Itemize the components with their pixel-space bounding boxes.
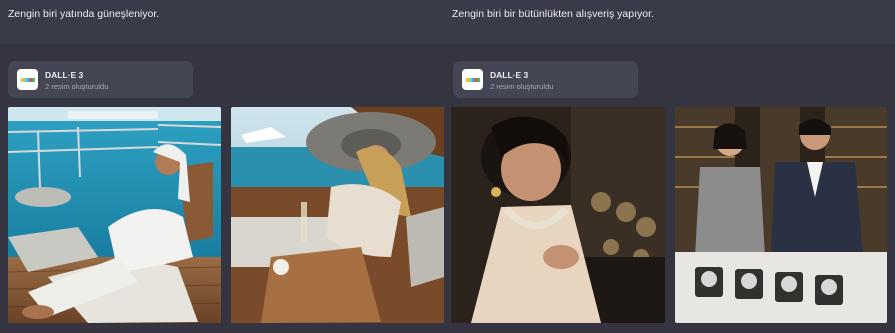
generated-image-yacht-woman[interactable]	[231, 107, 444, 323]
left-conversation-panel: Zengin biri yatında güneşleniyor. DALL·E…	[0, 0, 445, 333]
badge-title: DALL·E 3	[45, 70, 84, 80]
generated-image-watch-shop[interactable]	[675, 107, 887, 323]
badge-title: DALL·E 3	[490, 70, 529, 80]
dalle-badge[interactable]: DALL·E 3 2 resim oluşturuldu	[8, 61, 193, 98]
badge-subtitle: 2 resim oluşturuldu	[490, 82, 554, 91]
user-prompt-bar: Zengin biri bir bütünlükten alışveriş ya…	[445, 0, 895, 44]
generated-image-yacht-man[interactable]	[8, 107, 221, 323]
dalle-logo-icon	[462, 69, 483, 90]
badge-subtitle: 2 resim oluşturuldu	[45, 82, 109, 91]
dalle-badge[interactable]: DALL·E 3 2 resim oluşturuldu	[453, 61, 638, 98]
user-prompt-text: Zengin biri bir bütünlükten alışveriş ya…	[452, 8, 654, 20]
right-conversation-panel: Zengin biri bir bütünlükten alışveriş ya…	[445, 0, 895, 333]
user-prompt-text: Zengin biri yatında güneşleniyor.	[8, 8, 160, 20]
dalle-logo-icon	[17, 69, 38, 90]
user-prompt-bar: Zengin biri yatında güneşleniyor.	[0, 0, 445, 44]
generated-image-jewelry-woman[interactable]	[451, 107, 665, 323]
